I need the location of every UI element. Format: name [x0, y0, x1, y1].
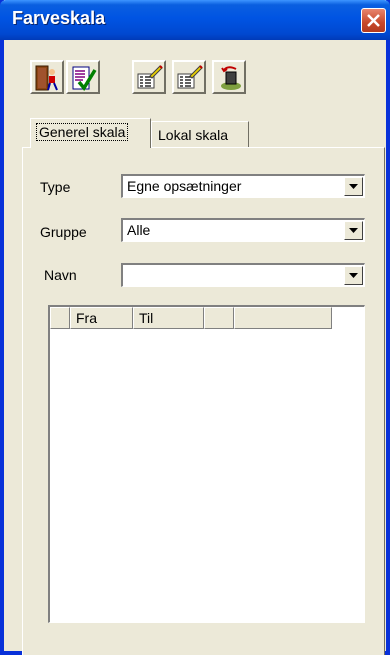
chevron-down-icon: [349, 184, 358, 189]
type-label: Type: [40, 179, 71, 195]
farveskala-window: Farveskala Generel skala Lokal skala Typ…: [0, 0, 390, 655]
chevron-down-icon: [349, 228, 358, 233]
chevron-down-icon: [349, 273, 358, 278]
close-button[interactable]: [361, 8, 386, 33]
navn-select[interactable]: [121, 263, 365, 287]
edit-list-icon: [177, 65, 203, 89]
tab-label: Lokal skala: [158, 127, 229, 143]
exit-door-icon: [35, 65, 58, 91]
edit-scale-button[interactable]: [132, 60, 166, 94]
tab-lokal-skala[interactable]: Lokal skala: [151, 121, 249, 148]
exit-button[interactable]: [30, 60, 64, 94]
type-select[interactable]: Egne opsætninger: [121, 174, 365, 198]
type-value: Egne opsætninger: [127, 178, 242, 194]
reset-button[interactable]: [212, 60, 246, 94]
grid-header-col4[interactable]: [204, 307, 234, 329]
scale-grid[interactable]: Fra Til: [48, 305, 365, 623]
type-dropdown-button[interactable]: [344, 177, 363, 196]
grid-header-col5[interactable]: [234, 307, 332, 329]
navn-dropdown-button[interactable]: [344, 266, 363, 285]
window-title: Farveskala: [12, 8, 106, 28]
gruppe-dropdown-button[interactable]: [344, 221, 363, 240]
checklist-icon: [72, 66, 97, 91]
gruppe-select[interactable]: Alle: [121, 218, 365, 242]
tab-label: Generel skala: [35, 123, 129, 141]
title-bar[interactable]: Farveskala: [0, 0, 390, 40]
close-icon: [367, 14, 380, 27]
navn-label: Navn: [44, 267, 77, 283]
tab-generel-skala[interactable]: Generel skala: [30, 118, 151, 148]
grid-header-fra[interactable]: Fra: [70, 307, 133, 329]
edit-scale-2-button[interactable]: [172, 60, 206, 94]
undo-bucket-icon: [221, 66, 241, 90]
apply-button[interactable]: [66, 60, 100, 94]
gruppe-value: Alle: [127, 222, 151, 238]
gruppe-label: Gruppe: [40, 224, 87, 240]
edit-list-icon: [137, 65, 163, 89]
grid-header-indicator: [50, 307, 70, 329]
grid-header-til[interactable]: Til: [133, 307, 204, 329]
